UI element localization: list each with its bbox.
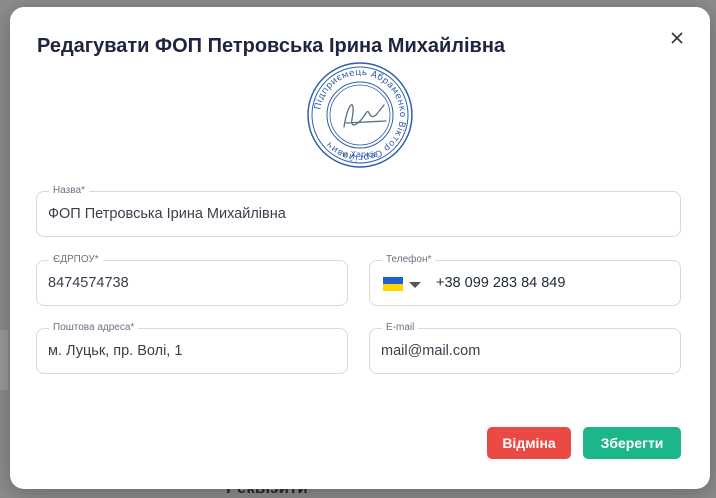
save-button[interactable]: Зберегти	[583, 427, 681, 459]
address-input[interactable]	[37, 329, 347, 373]
address-field: Поштова адреса*	[36, 322, 348, 374]
phone-input[interactable]	[370, 261, 680, 305]
stamp-image: Підприємець Абраменко Віктор Сергійович …	[306, 61, 414, 169]
cancel-button[interactable]: Відміна	[487, 427, 571, 459]
background-sidebar-edge	[0, 330, 8, 390]
dialog-title: Редагувати ФОП Петровська Ірина Михайлів…	[37, 35, 506, 57]
edit-dialog: Редагувати ФОП Петровська Ірина Михайлів…	[10, 7, 710, 489]
edrpou-field: ЄДРПОУ*	[36, 254, 348, 306]
svg-text:м Харків: м Харків	[342, 150, 378, 159]
close-icon[interactable]	[666, 27, 688, 49]
email-field: E-mail	[369, 322, 681, 374]
phone-field: Телефон*	[369, 254, 681, 306]
edrpou-input[interactable]	[37, 261, 347, 305]
name-input[interactable]	[37, 192, 680, 236]
name-field: Назва*	[36, 185, 681, 237]
email-input[interactable]	[370, 329, 680, 373]
